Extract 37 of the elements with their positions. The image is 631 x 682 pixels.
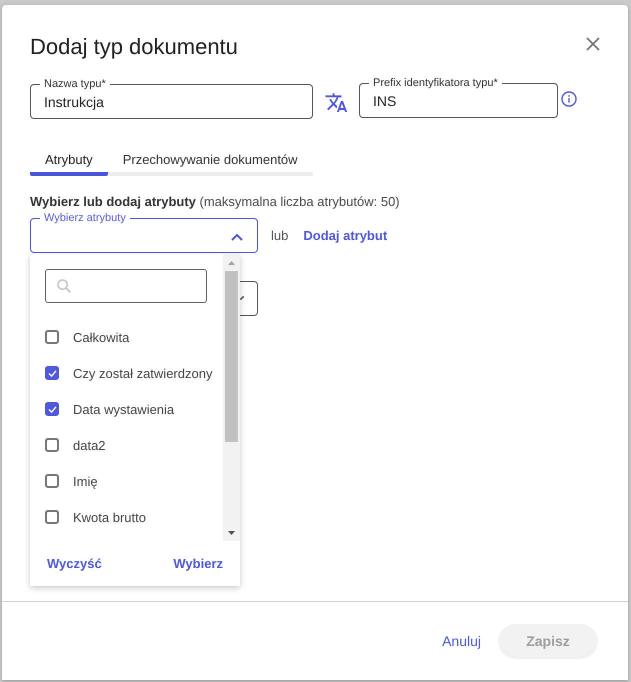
cancel-button[interactable]: Anuluj [442, 633, 481, 649]
clear-button[interactable]: Wyczyść [47, 556, 102, 571]
attribute-option[interactable]: Kwota brutto [45, 499, 215, 535]
field-label: Prefix identyfikatora typu* [369, 77, 502, 89]
translate-icon[interactable] [325, 92, 347, 112]
checkbox[interactable] [45, 438, 59, 452]
check-icon [48, 370, 56, 376]
attribute-option[interactable]: Czy został zatwierdzony [45, 355, 215, 391]
checkbox[interactable] [45, 402, 59, 416]
search-field[interactable] [45, 269, 207, 303]
select-button[interactable]: Wybierz [173, 556, 223, 571]
checkbox[interactable] [45, 366, 59, 380]
dialog-title: Dodaj typ dokumentu [30, 34, 238, 60]
scroll-down-icon[interactable] [228, 530, 235, 534]
or-text: lub [271, 228, 288, 243]
add-attribute-link[interactable]: Dodaj atrybut [303, 228, 388, 243]
checkbox[interactable] [45, 330, 59, 344]
field-label: Nazwa typu* [40, 78, 110, 90]
close-icon[interactable] [586, 37, 600, 51]
select-field[interactable] [240, 281, 258, 316]
tab[interactable]: Przechowywanie dokumentów [108, 145, 313, 176]
attribute-option[interactable]: Całkowita [45, 319, 215, 355]
attribute-option[interactable]: data2 [45, 427, 215, 463]
search-icon [57, 279, 71, 293]
field-label: Wybierz atrybuty [40, 212, 130, 224]
attributes-heading: Wybierz lub dodaj atrybuty (maksymalna liczba atrybutów: 50) [30, 194, 401, 210]
checkbox[interactable] [45, 474, 59, 488]
chevron-icon [231, 233, 243, 241]
check-icon [48, 406, 56, 412]
scrollbar[interactable] [223, 254, 240, 541]
attribute-option[interactable]: Imię [45, 463, 215, 499]
chevron-icon [240, 296, 244, 300]
checkbox[interactable] [45, 510, 59, 524]
tab[interactable]: Atrybuty [30, 145, 108, 176]
attribute-option[interactable]: Data wystawienia [45, 391, 215, 427]
info-icon[interactable] [561, 91, 577, 107]
scrollbar-thumb[interactable] [225, 271, 238, 442]
